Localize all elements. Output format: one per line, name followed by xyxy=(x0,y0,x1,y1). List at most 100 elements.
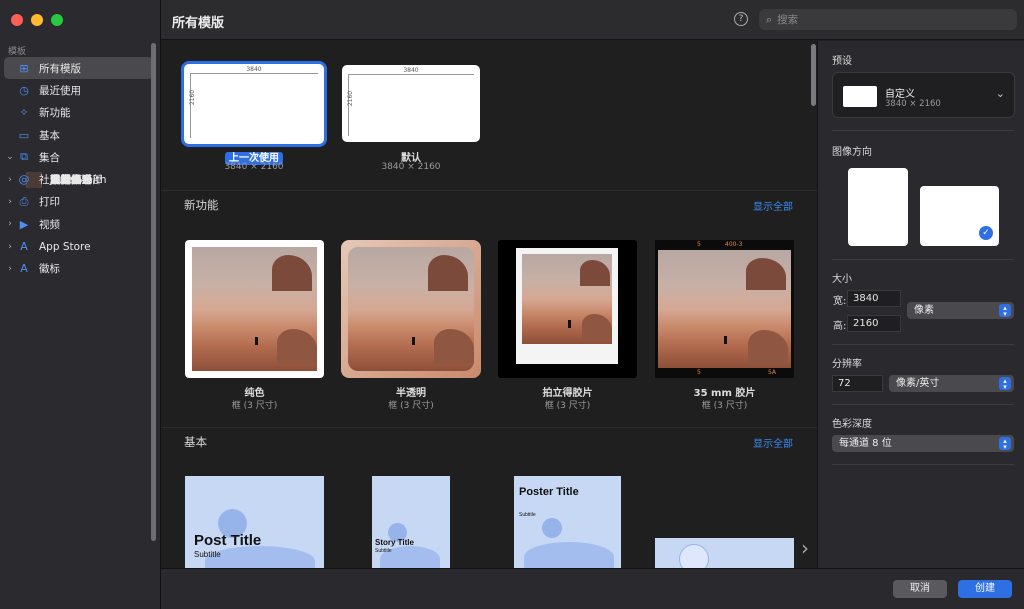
color-depth-value: 每通道 8 位 xyxy=(839,438,892,449)
unit-value: 像素 xyxy=(914,305,934,316)
sidebar-item[interactable]: › ▶ 视频 xyxy=(4,213,154,235)
minimize-window-button[interactable] xyxy=(31,14,43,26)
checkmark-icon: ✓ xyxy=(979,226,993,240)
show-all-new-features-link[interactable]: 显示全部 xyxy=(753,198,793,213)
search-icon: ⌕ xyxy=(766,12,773,26)
width-label: 宽: xyxy=(833,296,847,307)
template-banner[interactable] xyxy=(655,538,794,568)
template-sub: 框 (3 尺寸) xyxy=(231,401,278,411)
resolution-label: 分辨率 xyxy=(832,359,862,370)
preset-dropdown[interactable]: 自定义 3840 × 2160 ⌄ xyxy=(832,72,1015,118)
sidebar-item[interactable]: ⊞ 所有模版 xyxy=(4,57,154,80)
sidebar-item[interactable]: › @ 社交媒体 xyxy=(4,168,154,190)
logo-icon: A xyxy=(20,262,28,276)
sidebar-item[interactable]: ◷ 最近使用 xyxy=(4,79,154,101)
template-35mm-frame[interactable]: 5 400-3 5 5A xyxy=(655,240,794,378)
template-sub: 框 (3 尺寸) xyxy=(544,401,591,411)
collections-icon: ⧉ xyxy=(20,150,28,164)
divider xyxy=(832,259,1014,260)
orientation-landscape[interactable]: ✓ xyxy=(920,186,999,246)
preset-size: 3840 × 2160 xyxy=(885,99,941,109)
sidebar-item-label: 打印 xyxy=(39,196,60,209)
unit-select[interactable]: 像素 ▴ ▾ xyxy=(907,302,1014,319)
desert-photo xyxy=(522,254,612,344)
template-story[interactable]: Story Title Subtitle xyxy=(372,476,450,568)
create-button[interactable]: 创建 xyxy=(958,580,1012,598)
settings-panel: 预设 自定义 3840 × 2160 ⌄ 图像方向 ✓ 大小 宽: 3840 高… xyxy=(817,41,1024,568)
divider xyxy=(161,190,817,191)
chevron-down-icon: ⌄ xyxy=(995,87,1005,100)
sidebar-item-label: 新功能 xyxy=(39,107,71,120)
template-label: 半透明 xyxy=(396,388,426,399)
height-label: 高: xyxy=(833,321,847,332)
template-polaroid-frame[interactable] xyxy=(498,240,637,378)
square-icon: ▭ xyxy=(18,128,30,142)
template-sub: 框 (3 尺寸) xyxy=(701,401,748,411)
template-translucent-frame[interactable] xyxy=(341,240,481,378)
section-title-new-features: 新功能 xyxy=(184,198,219,212)
template-label: 拍立得胶片 xyxy=(542,388,593,399)
recent-template-last-used[interactable]: 3840 2160 xyxy=(184,64,324,144)
bottom-bar: 取消 创建 xyxy=(161,568,1024,609)
height-field[interactable]: 2160 xyxy=(847,315,901,332)
template-post[interactable]: Post Title Subtitle xyxy=(185,476,324,568)
sidebar-item[interactable]: › ⎙ 打印 xyxy=(4,191,154,213)
template-window: 模板 ⊞ 所有模版 ◷ 最近使用 ✧ 新功能 ▭ 基本 ⌄ ⧉ 集合 假期 美味传说 读书会 白松木 设计展会… xyxy=(0,0,1024,609)
sidebar-section-label: 模板 xyxy=(8,47,27,57)
resolution-unit-select[interactable]: 像素/英寸 ▴ ▾ xyxy=(889,375,1014,392)
sidebar-item[interactable]: ▭ 基本 xyxy=(4,124,154,146)
color-depth-select[interactable]: 每通道 8 位 ▴ ▾ xyxy=(832,435,1014,452)
sidebar-item-label: 社交媒体 xyxy=(39,174,81,187)
divider xyxy=(832,464,1014,465)
top-bar: 所有模版 ? ⌕ xyxy=(161,0,1024,40)
orientation-portrait[interactable] xyxy=(848,168,908,246)
chevron-right-icon[interactable]: › xyxy=(5,242,15,252)
sidebar-item[interactable]: ⌄ ⧉ 集合 xyxy=(4,146,154,168)
section-title-basic: 基本 xyxy=(184,435,207,449)
chevron-right-icon[interactable]: › xyxy=(801,536,809,560)
grid-icon: ⊞ xyxy=(19,61,29,75)
search-input[interactable] xyxy=(777,13,998,26)
orientation-label: 图像方向 xyxy=(832,147,872,158)
close-window-button[interactable] xyxy=(11,14,23,26)
divider xyxy=(832,344,1014,345)
updown-icon: ▴ ▾ xyxy=(999,304,1011,318)
recent-template-default[interactable]: 3840 2160 xyxy=(342,65,480,142)
sidebar-item-label: 徽标 xyxy=(39,263,60,276)
chevron-right-icon[interactable]: › xyxy=(5,264,15,274)
sidebar-item[interactable]: ✧ 新功能 xyxy=(4,102,154,124)
template-sub: 框 (3 尺寸) xyxy=(388,401,434,411)
template-poster[interactable]: Poster Title Subtitle xyxy=(514,476,621,568)
sidebar-item[interactable]: › A App Store xyxy=(4,235,154,257)
window-controls xyxy=(11,14,63,26)
width-field[interactable]: 3840 xyxy=(847,290,901,307)
sidebar-scrollbar[interactable] xyxy=(151,43,156,541)
clock-icon: ◷ xyxy=(19,83,29,97)
sidebar-item-label: 最近使用 xyxy=(39,84,81,97)
color-depth-label: 色彩深度 xyxy=(832,419,872,430)
template-solid-frame[interactable] xyxy=(185,240,324,378)
cancel-button[interactable]: 取消 xyxy=(893,580,947,598)
help-icon[interactable]: ? xyxy=(734,12,748,26)
at-icon: @ xyxy=(18,173,30,187)
divider xyxy=(161,427,817,428)
chevron-right-icon[interactable]: › xyxy=(5,197,15,207)
sidebar-item[interactable]: › A 徽标 xyxy=(4,258,154,280)
default-size: 3840 × 2160 xyxy=(381,162,441,172)
updown-icon: ▴ ▾ xyxy=(999,377,1011,391)
chevron-right-icon[interactable]: › xyxy=(5,175,15,185)
zoom-window-button[interactable] xyxy=(51,14,63,26)
desert-photo xyxy=(348,247,474,371)
search-field[interactable]: ⌕ xyxy=(759,9,1017,30)
chevron-right-icon[interactable]: › xyxy=(5,219,15,229)
template-label: 纯色 xyxy=(244,388,265,399)
preset-label: 预设 xyxy=(832,56,852,67)
show-all-basic-link[interactable]: 显示全部 xyxy=(753,435,793,450)
sidebar: 模板 ⊞ 所有模版 ◷ 最近使用 ✧ 新功能 ▭ 基本 ⌄ ⧉ 集合 假期 美味传说 读书会 白松木 设计展会… xyxy=(0,0,161,609)
template-label: 35 mm 胶片 xyxy=(693,388,756,399)
gallery-scrollbar[interactable] xyxy=(811,44,816,106)
sidebar-item-label: 基本 xyxy=(39,129,60,142)
resolution-field[interactable]: 72 xyxy=(832,375,883,392)
chevron-down-icon[interactable]: ⌄ xyxy=(5,152,15,162)
sidebar-item-label: 集合 xyxy=(39,151,60,164)
